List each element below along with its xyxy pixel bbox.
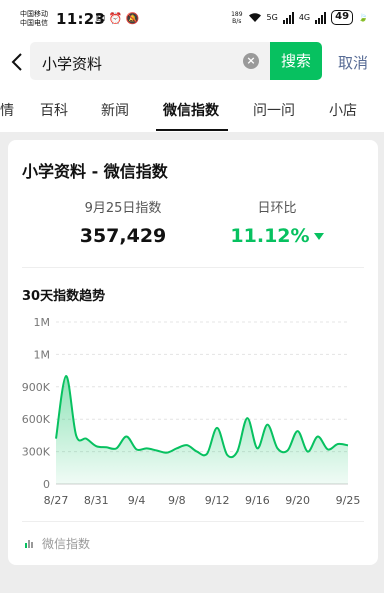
y-tick-label: 300K: [22, 446, 51, 459]
signal-icon-2: [315, 11, 327, 24]
y-tick-label: 1M: [34, 316, 51, 329]
battery-icon: 49: [331, 10, 354, 25]
tab-bar: 情 百科 新闻 微信指数 问一问 小店: [0, 86, 384, 132]
net-speed-unit: B/s: [232, 17, 242, 25]
cancel-button[interactable]: 取消: [338, 52, 368, 73]
stat-value: 357,429: [79, 225, 167, 247]
message-icon: ✉: [96, 12, 106, 25]
x-tick-label: 8/31: [84, 494, 109, 507]
trend-chart: 0 300K 600K 900K 1M 1M 8/27 8/31 9/4 9/8 9/12 9/16…: [22, 316, 361, 507]
tab-store[interactable]: 小店: [329, 100, 357, 120]
x-tick-labels: 8/27 8/31 9/4 9/8 9/12 9/16 9/20 9/25: [44, 494, 361, 507]
net-type-2: 4G: [298, 13, 311, 22]
search-input[interactable]: 小学资料 ×: [30, 42, 270, 80]
stat-date-label: 9月25日指数: [84, 201, 162, 216]
y-tick-label: 900K: [22, 381, 51, 394]
carrier-2: 中国电信: [20, 19, 48, 27]
tab-baike[interactable]: 百科: [40, 100, 68, 120]
x-tick-label: 9/25: [336, 494, 361, 507]
net-speed-value: 189: [231, 10, 243, 18]
wechat-index-card: 小学资料 - 微信指数 9月25日指数 357,429 日环比 11.12% 3…: [8, 140, 378, 565]
alarm-icon: ⏰: [108, 12, 123, 25]
chart-heading: 30天指数趋势: [22, 289, 106, 304]
search-bar: 小学资料 × 搜索 取消: [0, 38, 384, 86]
tab-ask[interactable]: 问一问: [253, 100, 295, 120]
back-icon[interactable]: [10, 52, 26, 72]
clear-icon[interactable]: ×: [243, 53, 259, 69]
x-tick-label: 8/27: [44, 494, 69, 507]
footer-label: 微信指数: [42, 537, 91, 551]
carrier-labels: 中国移动 中国电信: [20, 10, 48, 28]
x-tick-label: 9/4: [128, 494, 146, 507]
wifi-icon: [248, 13, 261, 22]
signal-icon: [282, 11, 294, 24]
battery-level: 49: [335, 11, 350, 22]
status-bar: 中国移动 中国电信 11:23 ✉ ⏰ 🔕 189 B/s 5G 4G 49 🍃: [0, 0, 384, 38]
tab-news[interactable]: 新闻: [101, 100, 129, 120]
card-title: 小学资料 - 微信指数: [22, 162, 168, 181]
mute-icon: 🔕: [125, 12, 140, 25]
down-arrow-icon: [313, 233, 324, 240]
search-button[interactable]: 搜索: [270, 42, 322, 80]
status-right-icons: 189 B/s 5G 4G 49 🍃: [231, 10, 368, 25]
y-tick-label: 600K: [22, 413, 51, 426]
net-speed: 189 B/s: [231, 11, 242, 25]
y-tick-label: 1M: [34, 348, 51, 361]
search-query[interactable]: 小学资料: [42, 53, 102, 74]
series-area: [56, 375, 348, 484]
y-tick-label: 0: [43, 478, 50, 491]
x-tick-label: 9/16: [245, 494, 270, 507]
wechat-index-logo-icon: [25, 540, 33, 548]
stat-change: 11.12%: [197, 225, 357, 247]
x-tick-label: 9/12: [205, 494, 230, 507]
leaf-icon: 🍃: [358, 13, 368, 22]
carrier-1: 中国移动: [20, 10, 48, 18]
status-left-icons: ✉ ⏰ 🔕: [96, 12, 140, 25]
tab-underline: [156, 129, 228, 131]
stat-change-label: 日环比: [257, 201, 297, 216]
y-tick-labels: 0 300K 600K 900K 1M 1M: [22, 316, 51, 491]
tab-wechat-index[interactable]: 微信指数: [163, 100, 219, 120]
net-type-1: 5G: [266, 13, 278, 22]
series-line: [55, 374, 349, 459]
x-tick-label: 9/20: [285, 494, 310, 507]
footer-divider: [22, 521, 364, 522]
x-tick-label: 9/8: [168, 494, 186, 507]
stat-change-value: 11.12%: [230, 225, 310, 247]
tab-partial[interactable]: 情: [0, 100, 14, 120]
divider: [22, 267, 364, 268]
